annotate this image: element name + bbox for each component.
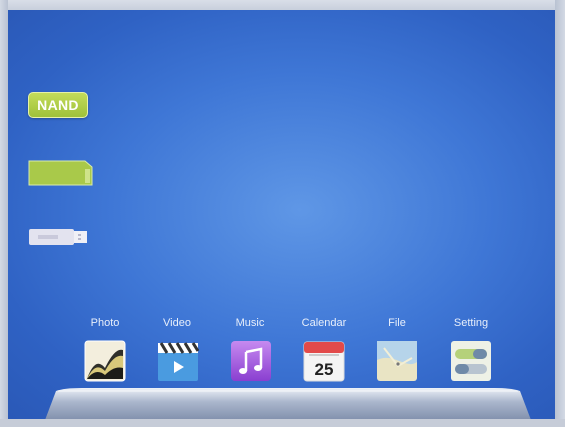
music-label: Music [235, 317, 265, 329]
calendar-icon: 25 [303, 341, 345, 382]
bezel-bottom [0, 419, 565, 427]
photo-app-button[interactable] [84, 340, 126, 382]
sd-card-source-button[interactable] [28, 160, 93, 186]
home-screen: NAND Photo Video Music Calendar File Set… [0, 0, 565, 427]
setting-label: Setting [453, 317, 489, 329]
nand-source-button[interactable]: NAND [28, 92, 88, 118]
music-app-button[interactable] [230, 340, 272, 382]
usb-source-button[interactable] [28, 228, 88, 246]
bezel-right [555, 0, 565, 427]
bezel-top [0, 0, 565, 10]
music-icon [231, 341, 271, 381]
bezel-left [0, 0, 8, 427]
sd-card-icon [28, 160, 93, 186]
usb-drive-icon [29, 229, 87, 245]
video-icon [158, 342, 199, 381]
nand-label: NAND [37, 97, 79, 113]
video-label: Video [163, 317, 191, 329]
photo-label: Photo [90, 317, 120, 329]
calendar-day-number: 25 [315, 360, 334, 379]
file-icon [377, 341, 417, 381]
photo-icon [84, 340, 126, 382]
file-app-button[interactable] [376, 340, 418, 382]
calendar-app-button[interactable]: 25 [303, 340, 345, 382]
calendar-label: Calendar [301, 317, 347, 329]
setting-app-button[interactable] [450, 340, 492, 382]
file-label: File [388, 317, 406, 329]
settings-icon [451, 341, 491, 381]
video-app-button[interactable] [157, 340, 199, 382]
